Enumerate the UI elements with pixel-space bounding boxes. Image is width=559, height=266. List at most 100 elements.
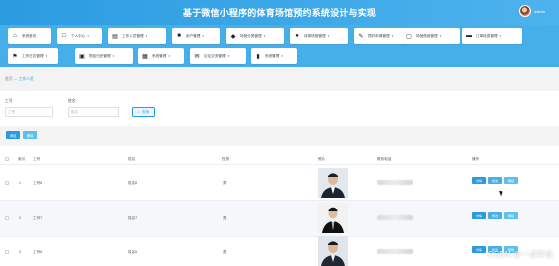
nav-system-2[interactable]: ▮ 系统管理 ▾ [251, 48, 297, 64]
detail-button[interactable]: 详情 [472, 246, 486, 253]
search-button[interactable]: ⌕ 查询 [132, 107, 155, 117]
nav-home[interactable]: ⌂ 系统首页 [8, 28, 51, 44]
staff-id-input[interactable]: 工号 [5, 107, 53, 117]
order-icon: ▬ [466, 33, 472, 39]
row-checkbox[interactable] [5, 181, 9, 185]
nav-label: 体育场馆管理 [304, 33, 326, 38]
row-checkbox[interactable] [5, 250, 9, 254]
nav-system[interactable]: ▦ 系统管理 ▾ [138, 48, 184, 64]
flag-icon: ⚑ [12, 53, 18, 60]
system-title: 基于微信小程序的体育场馆预约系统设计与实现 [182, 8, 377, 18]
name-input[interactable]: 姓名 [68, 107, 119, 117]
breadcrumb: 首页 — 工作人员 [5, 77, 34, 82]
nav-profile[interactable]: □ 个人中心 ▾ [57, 28, 102, 44]
chevron-down-icon: ▾ [202, 34, 204, 38]
table-row [0, 201, 559, 237]
nav-label: 订单信息管理 [476, 33, 498, 38]
breadcrumb-current: 工作人员 [18, 77, 34, 81]
staff-icon: ▤ [112, 33, 118, 40]
home-icon: ⌂ [13, 33, 17, 39]
row-delete-button[interactable]: 删除 [504, 177, 518, 184]
action-bar [0, 126, 559, 146]
nav-label: 场馆分类管理 [240, 33, 262, 38]
grid-icon: ▦ [142, 53, 148, 60]
venue-icon: ● [295, 33, 299, 39]
nav-users[interactable]: ■ 用户管理 ▾ [172, 28, 220, 44]
col-index: 索引 [18, 157, 26, 161]
username[interactable]: admin [534, 9, 545, 14]
chevron-down-icon: ▾ [145, 34, 148, 38]
nav-returns[interactable]: ▣ 物品归还管理 ▾ [75, 48, 133, 64]
nav-venue-category[interactable]: ◆ 场馆分类管理 ▾ [226, 28, 284, 44]
add-button[interactable]: 添加 [6, 131, 20, 139]
select-all-checkbox[interactable] [5, 157, 9, 161]
chevron-down-icon: ▾ [227, 54, 230, 58]
col-staff-id: 工号 [33, 157, 41, 161]
detail-button[interactable]: 详情 [472, 212, 486, 219]
breadcrumb-bar [0, 67, 559, 91]
staff-photo [318, 168, 348, 198]
row-index: 2 [19, 216, 21, 220]
staff-photo [318, 203, 348, 233]
nav-orders[interactable]: ▬ 订单信息管理 ▾ [462, 28, 522, 44]
col-phone: 联系电话 [377, 157, 392, 161]
forum-icon: ✉ [194, 53, 200, 60]
user-icon: ■ [177, 33, 181, 39]
nav-staff[interactable]: ▤ 工作人员管理 ▾ [108, 28, 166, 44]
col-name: 姓名 [128, 157, 136, 161]
chevron-down-icon: ▾ [168, 54, 170, 58]
row-gender: 男 [223, 216, 227, 220]
row-name: 姓名7 [128, 216, 138, 220]
name-label: 姓名 [68, 99, 76, 103]
chevron-down-icon: ▾ [45, 54, 48, 58]
edit-button[interactable]: 修改 [488, 212, 502, 219]
watermark: CSDN @一点毕设 [487, 250, 553, 259]
row-gender: 男 [223, 181, 227, 185]
nav-venues[interactable]: ● 体育场馆管理 ▾ [290, 28, 348, 44]
breadcrumb-separator: — [13, 77, 18, 81]
phone-value-blurred [377, 215, 413, 220]
breadcrumb-home[interactable]: 首页 [5, 77, 13, 81]
nav-label: 工作日志管理 [22, 53, 44, 58]
nav-label: 工作人员管理 [122, 33, 144, 38]
row-staff-id: 工号8 [33, 181, 43, 185]
detail-button[interactable]: 详情 [472, 177, 486, 184]
row-index: 3 [19, 250, 21, 254]
row-checkbox[interactable] [5, 216, 9, 220]
nav-worklog[interactable]: ⚑ 工作日志管理 ▾ [8, 48, 58, 64]
nav-label: 系统管理 [152, 53, 167, 58]
chevron-down-icon: ▾ [499, 34, 502, 38]
nav-bookings[interactable]: ✎ 预约申请管理 ▾ [354, 28, 406, 44]
user-menu[interactable]: admin [519, 5, 545, 17]
user-avatar[interactable] [519, 5, 532, 17]
row-staff-id: 工号7 [33, 216, 43, 220]
nav-borrow[interactable]: ▢ 场馆借用管理 ▾ [402, 28, 460, 44]
row-delete-button[interactable]: 删除 [504, 212, 518, 219]
search-label: 查询 [141, 109, 149, 114]
row-name: 姓名8 [128, 181, 138, 185]
category-icon: ◆ [230, 33, 236, 40]
delete-button[interactable]: 删除 [23, 131, 37, 139]
chevron-down-icon: ▾ [281, 54, 283, 58]
chevron-down-icon: ▾ [263, 34, 266, 38]
staff-id-label: 工号 [5, 99, 13, 103]
nav-forum[interactable]: ✉ 论坛交流管理 ▾ [190, 48, 246, 64]
borrow-icon: ▢ [406, 33, 412, 40]
chart-icon: ▮ [256, 53, 260, 60]
col-operations: 操作 [472, 157, 480, 161]
chevron-down-icon: ▾ [327, 34, 330, 38]
return-icon: ▣ [79, 53, 85, 60]
nav-label: 系统首页 [22, 33, 37, 38]
row-gender: 男 [223, 250, 227, 254]
nav-label: 个人中心 [71, 33, 86, 38]
row-staff-id: 工号6 [33, 250, 43, 254]
row-name: 姓名6 [128, 250, 138, 254]
phone-value-blurred [377, 180, 413, 185]
chevron-down-icon: ▾ [87, 34, 89, 38]
nav-label: 论坛交流管理 [204, 53, 226, 58]
person-icon: □ [62, 33, 66, 39]
nav-label: 物品归还管理 [89, 53, 111, 58]
staff-photo [318, 236, 348, 266]
col-gender: 性别 [222, 157, 230, 161]
edit-button[interactable]: 修改 [488, 177, 502, 184]
